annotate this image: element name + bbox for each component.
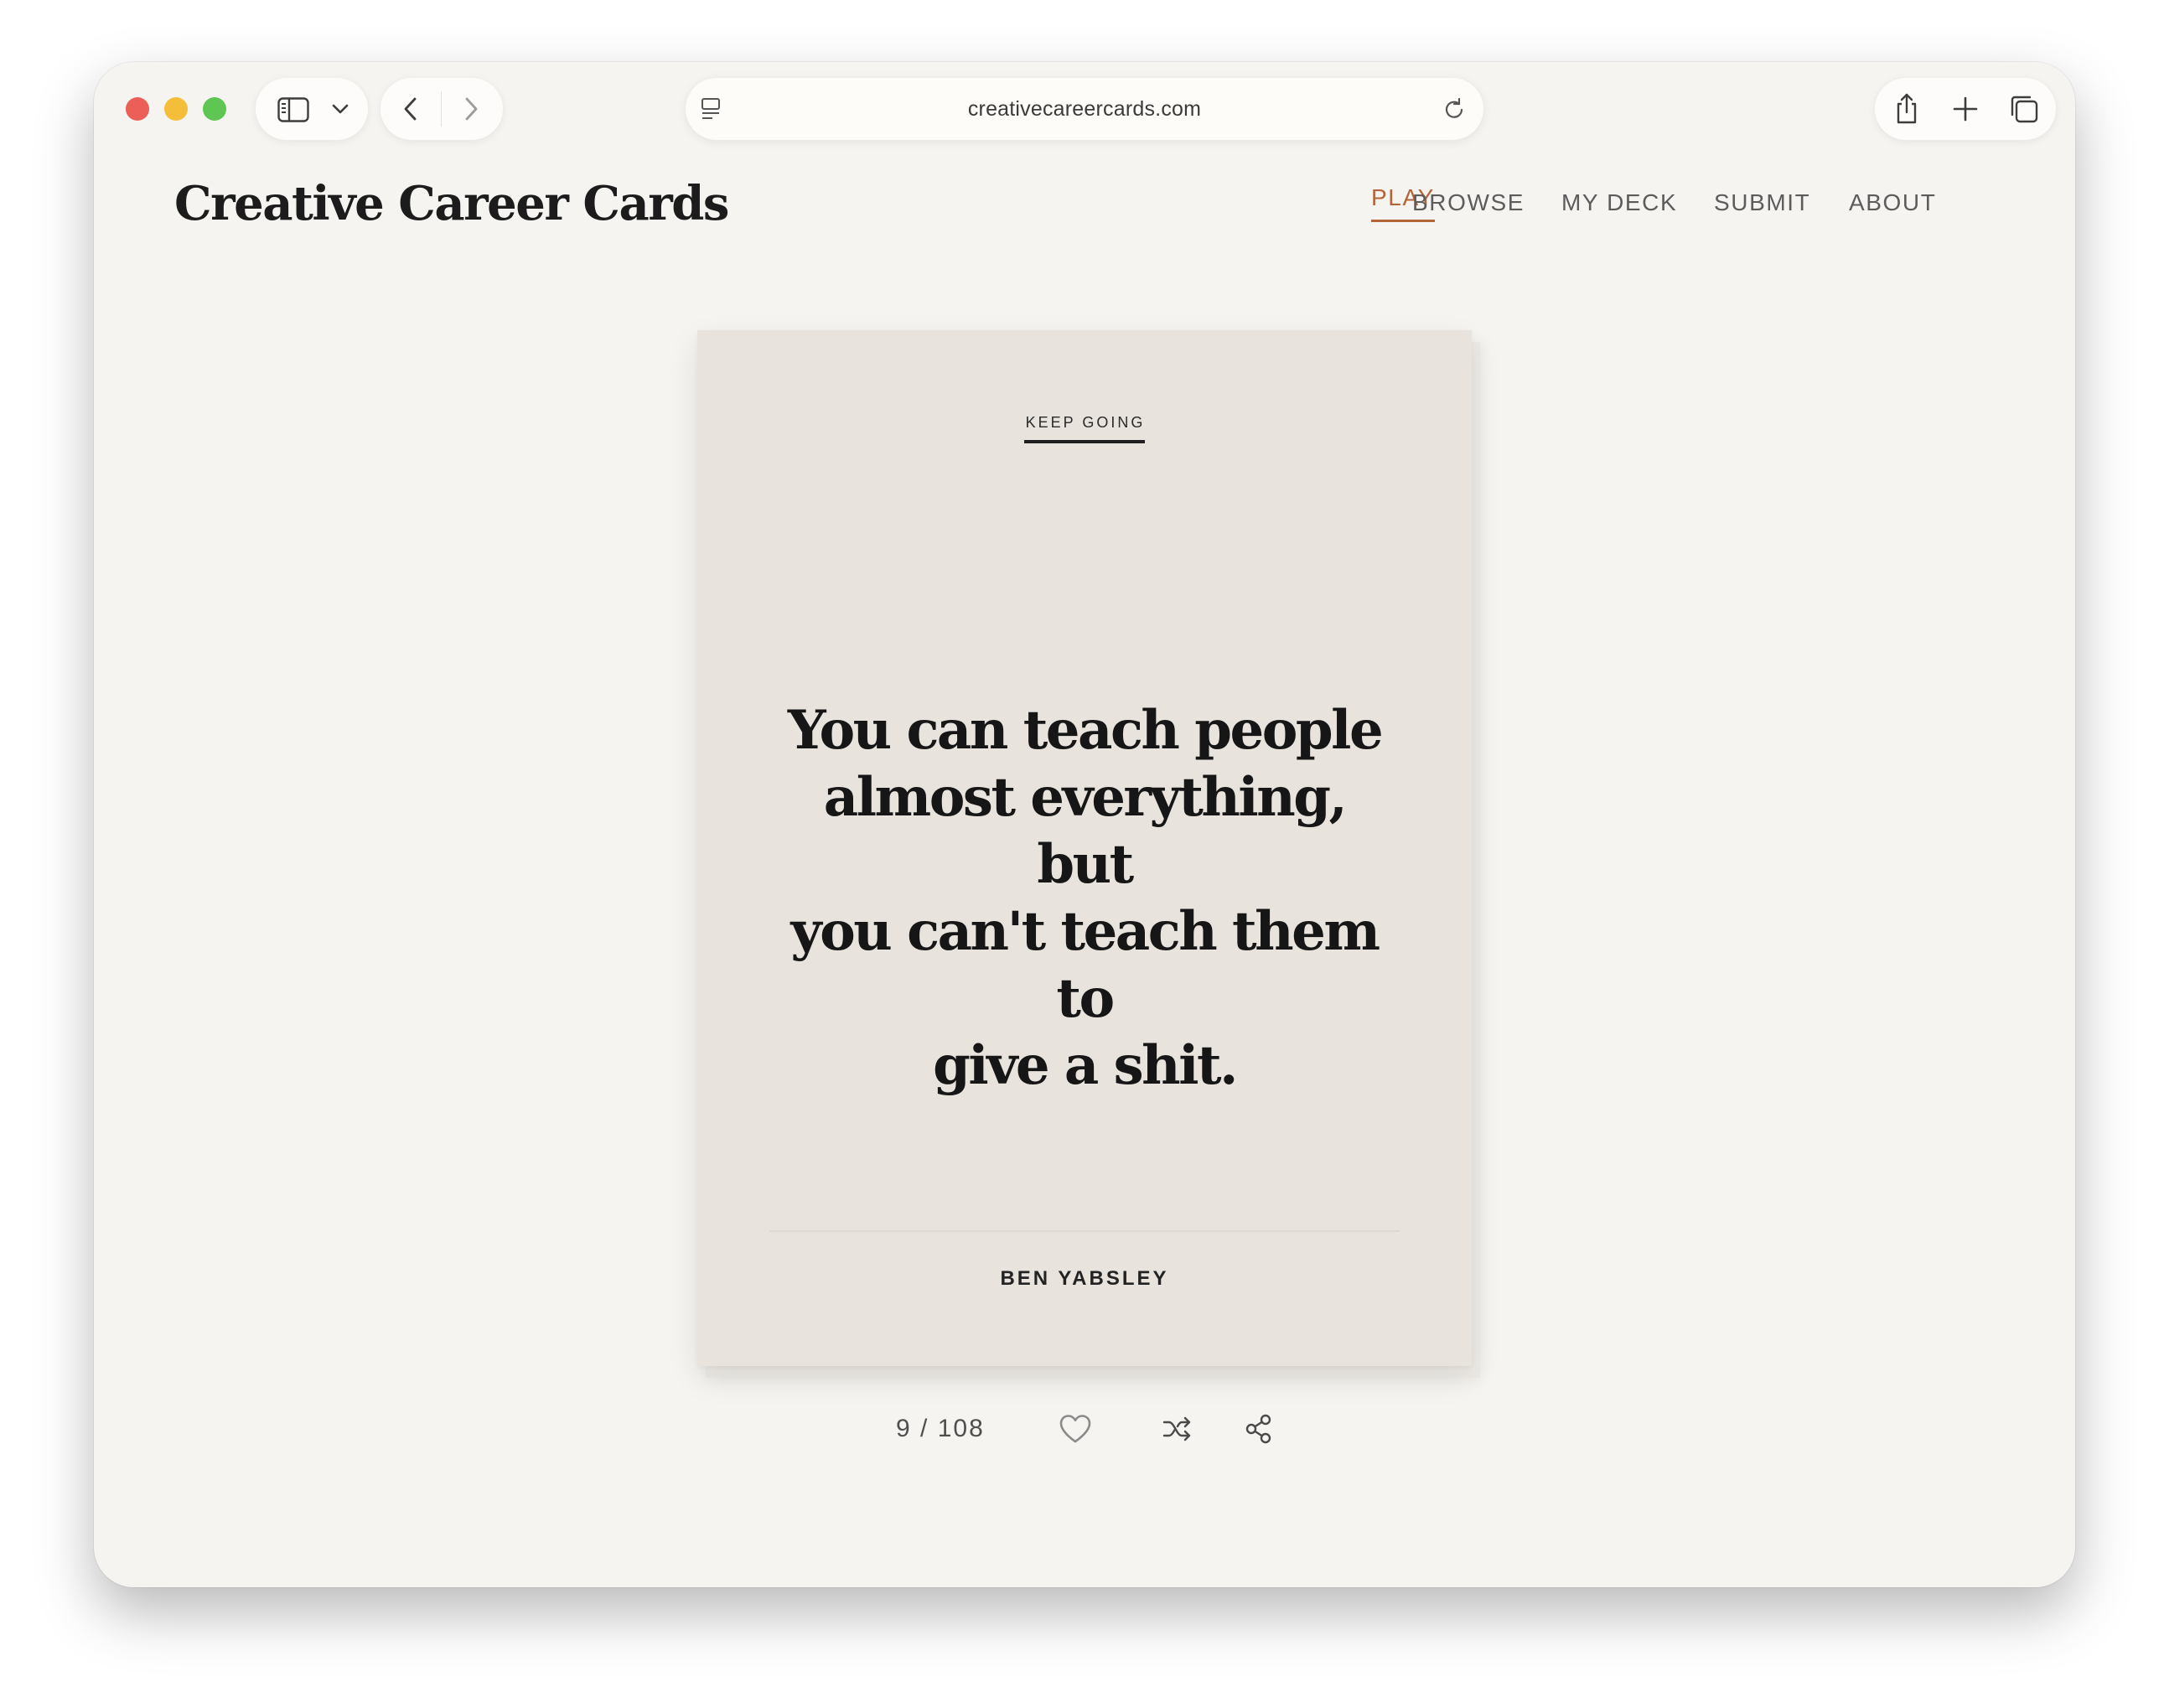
sidebar-toggle-group (256, 78, 368, 140)
card-quote: You can teach people almost everything, b… (781, 697, 1388, 1100)
quote-card[interactable]: KEEP GOING You can teach people almost ev… (697, 330, 1472, 1366)
share-nodes-icon[interactable] (1244, 1413, 1274, 1445)
total-card-count: 108 (937, 1415, 985, 1442)
url-text: creativecareercards.com (967, 97, 1202, 121)
nav-browse[interactable]: BROWSE (1412, 189, 1525, 216)
nav-divider (441, 91, 442, 127)
close-window-button[interactable] (126, 97, 149, 121)
browser-toolbar: creativecareercards.com (94, 62, 2075, 154)
zoom-window-button[interactable] (203, 97, 226, 121)
minimize-window-button[interactable] (164, 97, 188, 121)
nav-my-deck[interactable]: MY DECK (1561, 189, 1677, 216)
chevron-down-icon[interactable] (331, 103, 349, 115)
site-title[interactable]: Creative Career Cards (174, 176, 729, 231)
back-arrow-icon[interactable] (402, 96, 419, 122)
card-author: BEN YABSLEY (1000, 1267, 1169, 1290)
quote-line: You can teach people (787, 699, 1384, 762)
browser-actions-group (1875, 78, 2056, 140)
shuffle-icon[interactable] (1162, 1415, 1193, 1443)
card-category: KEEP GOING (697, 414, 1472, 443)
card-divider (769, 1230, 1400, 1232)
tabs-overview-icon[interactable] (2009, 94, 2039, 124)
browser-window: creativecareercards.com Creative Career … (94, 62, 2075, 1587)
history-nav-group (381, 78, 503, 140)
card-counter: 9 / 108 (896, 1415, 985, 1443)
heart-icon[interactable] (1058, 1413, 1093, 1445)
forward-arrow-icon[interactable] (463, 96, 479, 122)
quote-line: almost everything, but (823, 766, 1348, 896)
sidebar-icon[interactable] (277, 97, 309, 122)
reload-icon[interactable] (1442, 96, 1467, 122)
quote-line: you can't teach them to (790, 900, 1380, 1030)
card-category-label: KEEP GOING (1023, 414, 1146, 443)
quote-line: give a shit. (933, 1034, 1238, 1097)
nav-about[interactable]: ABOUT (1849, 189, 1936, 216)
current-card-number: 9 (896, 1415, 912, 1442)
share-icon[interactable] (1893, 92, 1920, 126)
nav-submit[interactable]: SUBMIT (1714, 189, 1810, 216)
plus-icon[interactable] (1952, 96, 1979, 122)
address-bar[interactable]: creativecareercards.com (686, 78, 1483, 140)
counter-separator: / (920, 1415, 929, 1442)
